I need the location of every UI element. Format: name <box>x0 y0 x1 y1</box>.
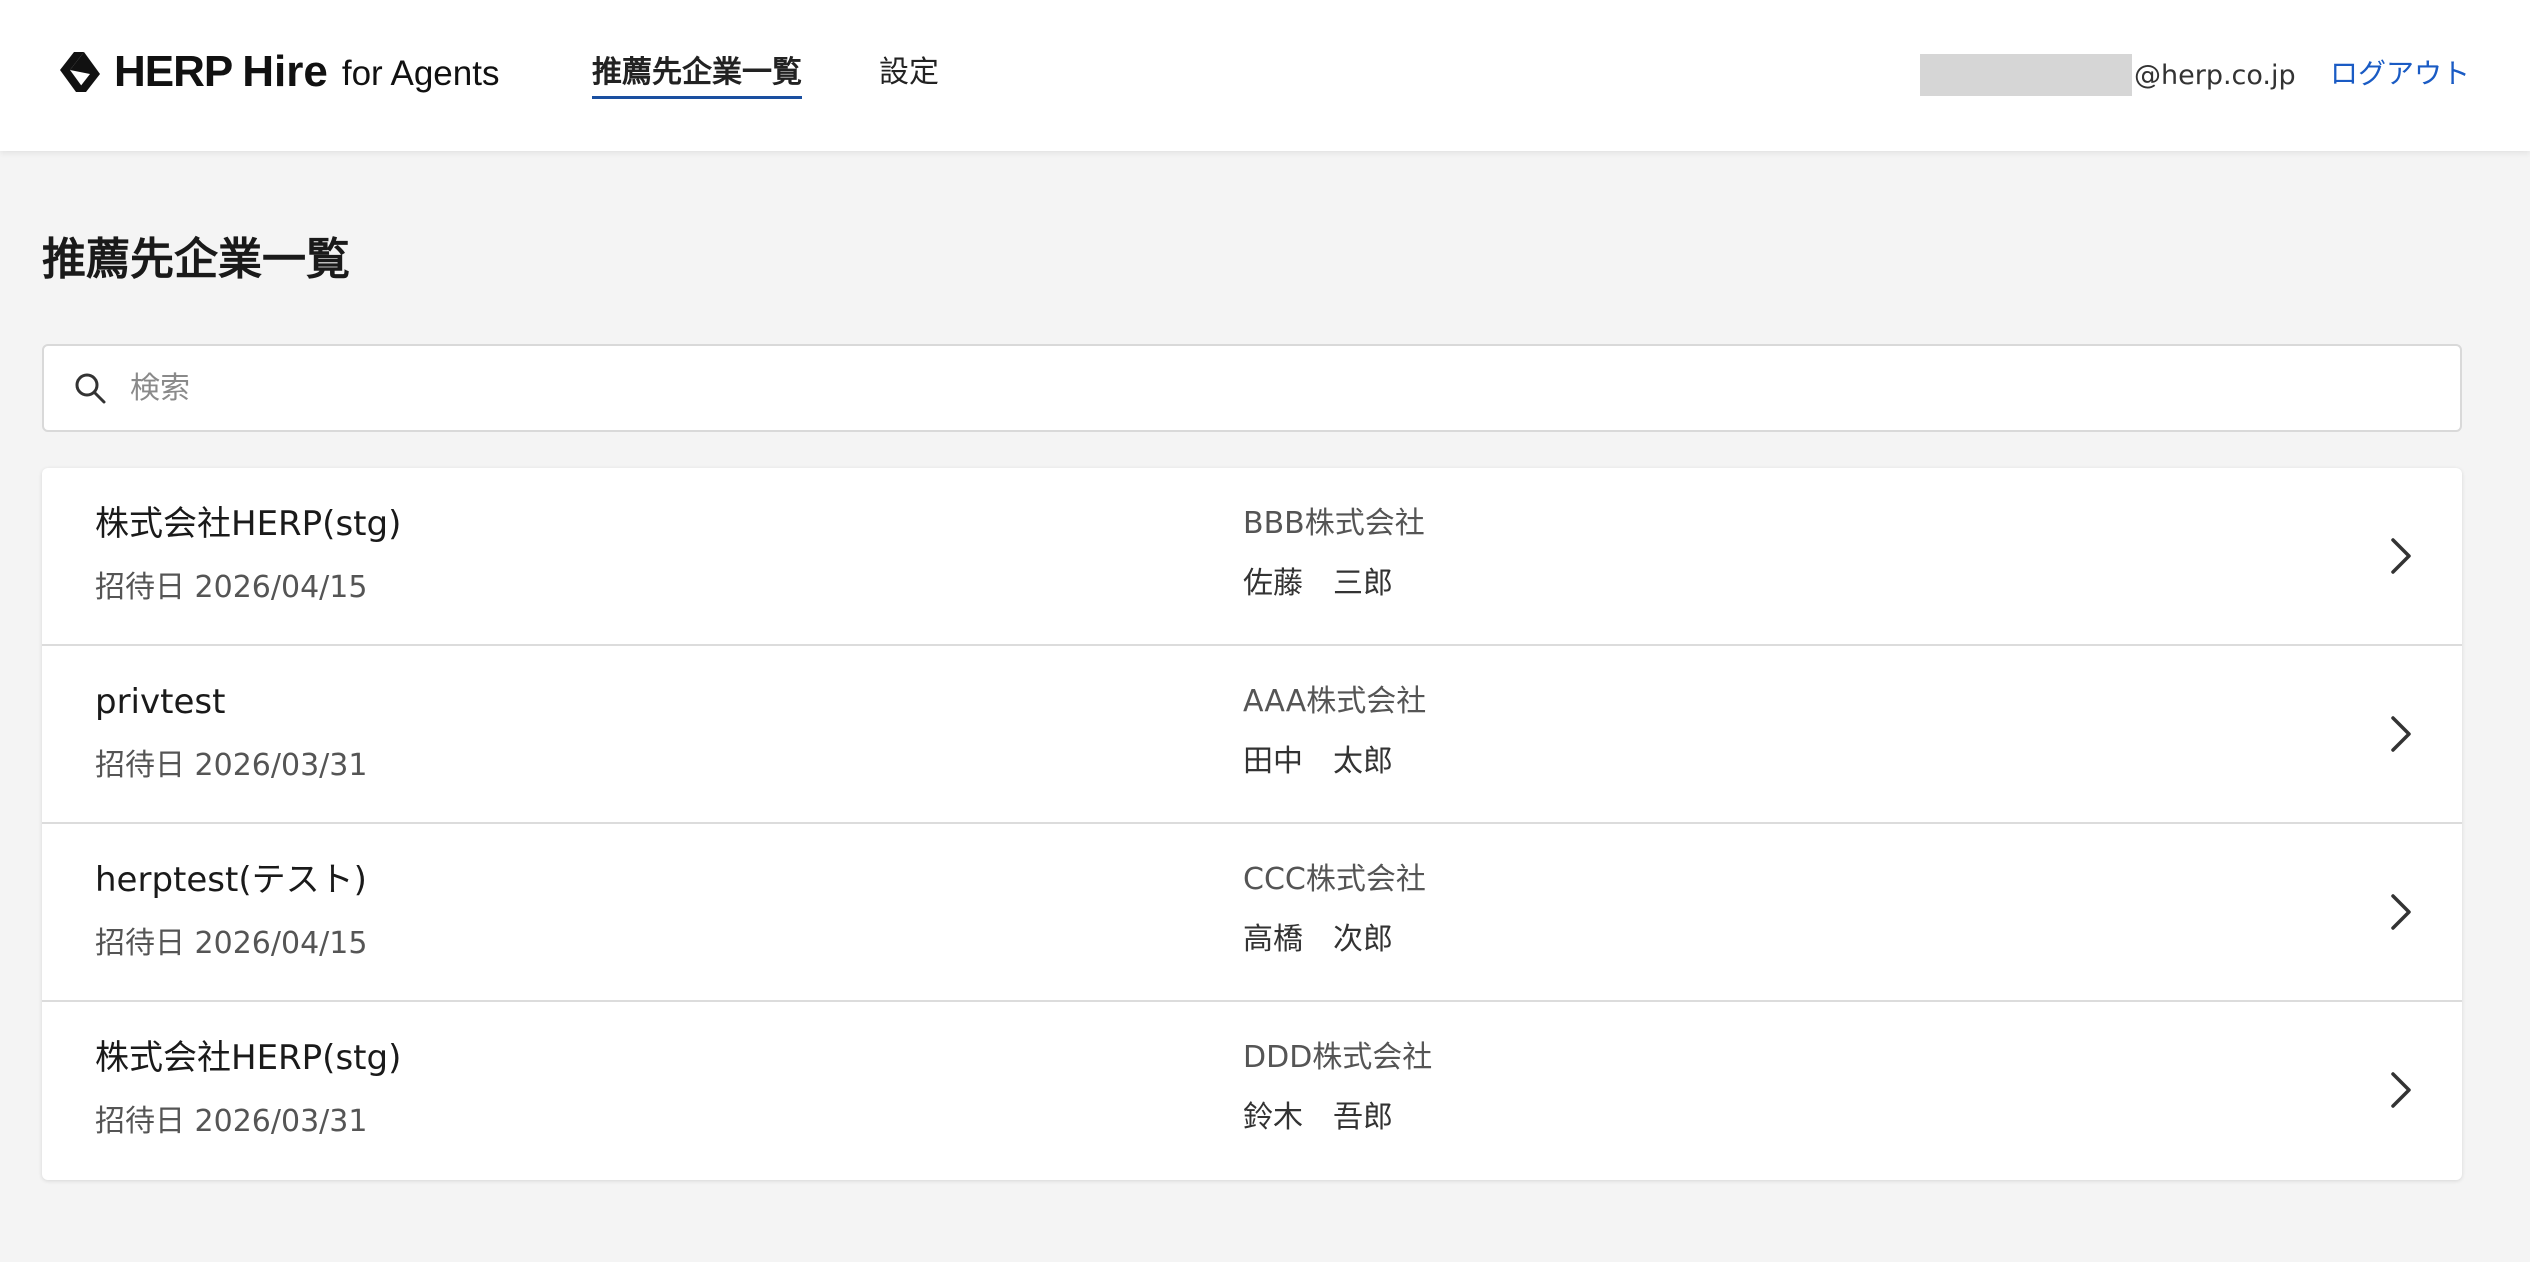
chevron-right-icon <box>2391 538 2411 574</box>
company-row[interactable]: herptest(テスト) 招待日 2026/04/15 CCC株式会社 高橋 … <box>42 824 2462 1002</box>
company-name: 株式会社HERP(stg) <box>95 1038 402 1078</box>
logo-herp-text: HERP <box>114 47 233 96</box>
agency-name: DDD株式会社 <box>1243 1040 1433 1075</box>
email-redacted-block <box>1920 54 2132 96</box>
agency-name: AAA株式会社 <box>1243 684 1427 719</box>
chevron-right-icon <box>2391 716 2411 752</box>
company-row[interactable]: 株式会社HERP(stg) 招待日 2026/04/15 BBB株式会社 佐藤 … <box>42 468 2462 646</box>
contact-person: 田中 太郎 <box>1243 744 1393 779</box>
search-icon <box>75 373 106 404</box>
company-name: privtest <box>95 682 226 722</box>
invited-date: 招待日 2026/04/15 <box>95 926 368 961</box>
invited-date: 招待日 2026/03/31 <box>95 748 368 783</box>
contact-person: 高橋 次郎 <box>1243 922 1393 957</box>
search-input[interactable] <box>130 348 2460 428</box>
app-header: HERP Hire for Agents 推薦先企業一覧 設定 @herp.co… <box>0 0 2530 151</box>
invited-date: 招待日 2026/03/31 <box>95 1104 368 1139</box>
company-row[interactable]: 株式会社HERP(stg) 招待日 2026/03/31 DDD株式会社 鈴木 … <box>42 1002 2462 1180</box>
invited-date: 招待日 2026/04/15 <box>95 570 368 605</box>
company-name: 株式会社HERP(stg) <box>95 504 402 544</box>
company-row[interactable]: privtest 招待日 2026/03/31 AAA株式会社 田中 太郎 <box>42 646 2462 824</box>
agency-name: CCC株式会社 <box>1243 862 1426 897</box>
search-box[interactable] <box>42 344 2462 432</box>
contact-person: 佐藤 三郎 <box>1243 566 1393 601</box>
company-name: herptest(テスト) <box>95 860 367 900</box>
contact-person: 鈴木 吾郎 <box>1243 1100 1393 1135</box>
agency-name: BBB株式会社 <box>1243 506 1425 541</box>
logout-link[interactable]: ログアウト <box>2330 54 2470 94</box>
nav-settings[interactable]: 設定 <box>879 53 939 93</box>
company-list: 株式会社HERP(stg) 招待日 2026/04/15 BBB株式会社 佐藤 … <box>42 468 2462 1180</box>
page-title: 推薦先企業一覧 <box>42 234 350 285</box>
logo-hire-text: Hire <box>242 47 328 96</box>
chevron-right-icon <box>2391 1072 2411 1108</box>
chevron-right-icon <box>2391 894 2411 930</box>
email-domain: @herp.co.jp <box>2134 59 2296 91</box>
logo-agents-text: for Agents <box>341 54 500 93</box>
herp-logo-icon <box>60 52 100 92</box>
herp-hire-logo[interactable]: HERP Hire for Agents <box>54 44 499 100</box>
user-email: @herp.co.jp <box>1920 54 2296 96</box>
nav-recommended-companies[interactable]: 推薦先企業一覧 <box>592 53 802 99</box>
